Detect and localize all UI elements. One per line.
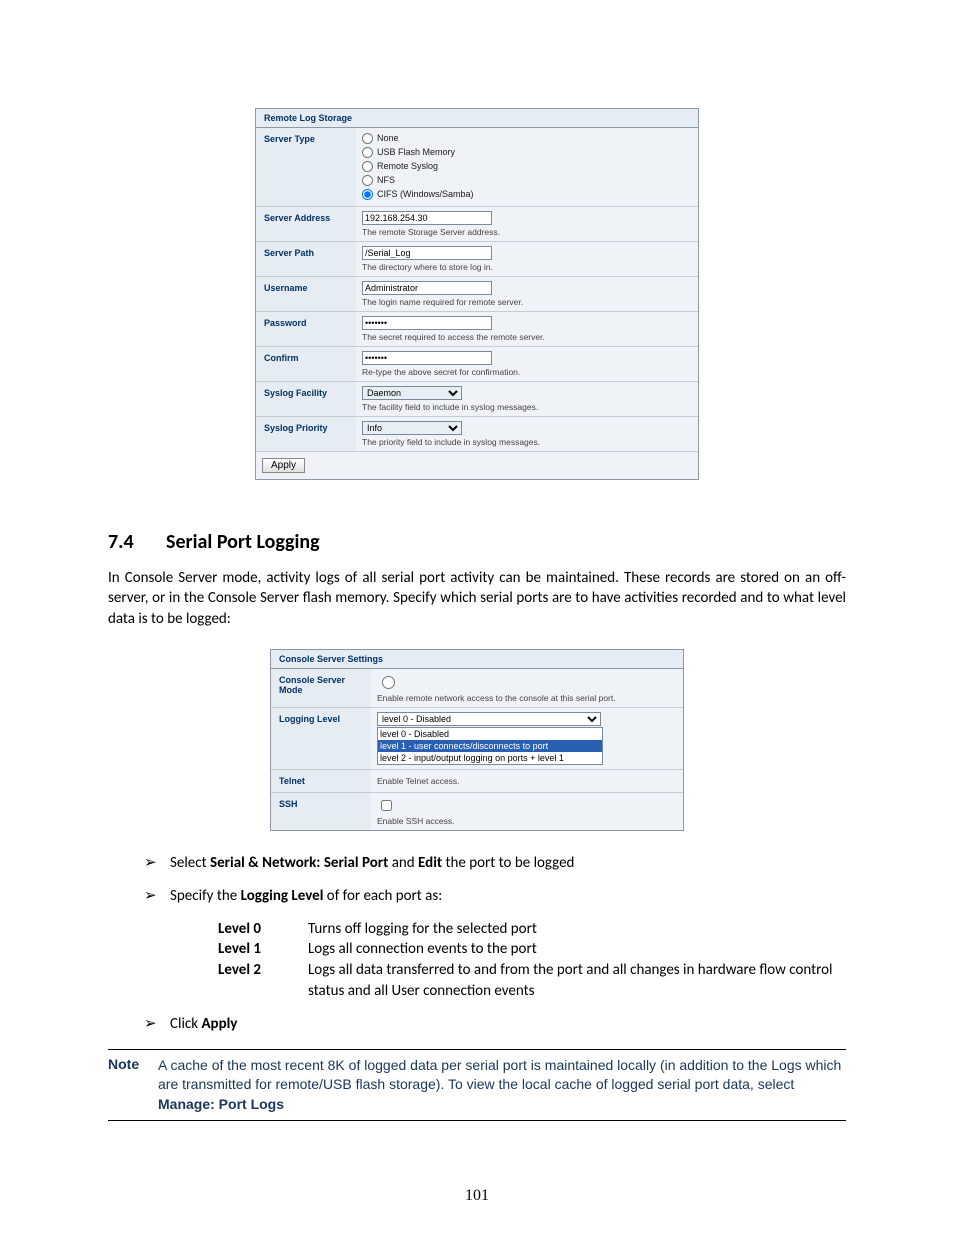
server-path-label: Server Path xyxy=(256,242,356,276)
mode-label: Console Server Mode xyxy=(271,669,371,707)
panel-title: Remote Log Storage xyxy=(256,109,698,128)
username-label: Username xyxy=(256,277,356,311)
syslog-priority-help: The priority field to include in syslog … xyxy=(362,437,692,447)
server-address-label: Server Address xyxy=(256,207,356,241)
syslog-facility-select[interactable]: Daemon xyxy=(362,386,462,400)
syslog-facility-help: The facility field to include in syslog … xyxy=(362,402,692,412)
server-address-input[interactable] xyxy=(362,211,492,225)
confirm-label: Confirm xyxy=(256,347,356,381)
section-heading: 7.4Serial Port Logging xyxy=(108,530,846,554)
logging-opt-2[interactable]: level 2 - input/output logging on ports … xyxy=(378,752,602,764)
level-1-desc: Logs all connection events to the port xyxy=(308,939,846,960)
console-server-settings-panel: Console Server Settings Console Server M… xyxy=(270,649,684,831)
logging-level-select[interactable]: level 0 - Disabled xyxy=(377,712,601,726)
logging-level-listbox[interactable]: level 0 - Disabled level 1 - user connec… xyxy=(377,727,603,765)
radio-none[interactable]: None xyxy=(362,132,692,144)
bullet-1: Select Serial & Network: Serial Port and… xyxy=(108,853,846,874)
ssh-label: SSH xyxy=(271,793,371,830)
level-2-desc: Logs all data transferred to and from th… xyxy=(308,960,846,1001)
note-label: Note xyxy=(108,1056,158,1115)
ssh-help: Enable SSH access. xyxy=(377,816,677,826)
password-input[interactable] xyxy=(362,316,492,330)
section-number: 7.4 xyxy=(108,530,166,554)
level-0-name: Level 0 xyxy=(218,919,308,940)
server-path-help: The directory where to store log in. xyxy=(362,262,692,272)
logging-level-label: Logging Level xyxy=(271,708,371,769)
level-definitions: Level 0Turns off logging for the selecte… xyxy=(218,919,846,1002)
logging-opt-1[interactable]: level 1 - user connects/disconnects to p… xyxy=(378,740,602,752)
level-1-name: Level 1 xyxy=(218,939,308,960)
remote-log-storage-panel: Remote Log Storage Server Type None USB … xyxy=(255,108,699,480)
bullet-2: Specify the Logging Level of for each po… xyxy=(108,886,846,907)
section-title: Serial Port Logging xyxy=(166,530,320,554)
ssh-checkbox[interactable] xyxy=(381,800,392,811)
note-box: Note A cache of the most recent 8K of lo… xyxy=(108,1049,846,1122)
panel2-title: Console Server Settings xyxy=(271,650,683,669)
username-help: The login name required for remote serve… xyxy=(362,297,692,307)
logging-opt-0[interactable]: level 0 - Disabled xyxy=(378,728,602,740)
server-address-help: The remote Storage Server address. xyxy=(362,227,692,237)
level-2-name: Level 2 xyxy=(218,960,308,1001)
radio-syslog[interactable]: Remote Syslog xyxy=(362,160,692,172)
mode-radio[interactable] xyxy=(382,676,395,689)
telnet-help: Enable Telnet access. xyxy=(377,776,677,786)
apply-button[interactable]: Apply xyxy=(262,458,305,473)
radio-cifs[interactable]: CIFS (Windows/Samba) xyxy=(362,188,692,200)
confirm-help: Re-type the above secret for confirmatio… xyxy=(362,367,692,377)
radio-usb[interactable]: USB Flash Memory xyxy=(362,146,692,158)
instruction-list: Select Serial & Network: Serial Port and… xyxy=(108,853,846,907)
syslog-priority-select[interactable]: Info xyxy=(362,421,462,435)
note-text: A cache of the most recent 8K of logged … xyxy=(158,1056,846,1115)
level-0-desc: Turns off logging for the selected port xyxy=(308,919,846,940)
password-help: The secret required to access the remote… xyxy=(362,332,692,342)
intro-paragraph: In Console Server mode, activity logs of… xyxy=(108,568,846,629)
bullet-3: Click Apply xyxy=(108,1014,846,1035)
radio-nfs[interactable]: NFS xyxy=(362,174,692,186)
confirm-input[interactable] xyxy=(362,351,492,365)
server-path-input[interactable] xyxy=(362,246,492,260)
server-type-label: Server Type xyxy=(256,128,356,206)
syslog-priority-label: Syslog Priority xyxy=(256,417,356,451)
telnet-label: Telnet xyxy=(271,770,371,792)
password-label: Password xyxy=(256,312,356,346)
mode-help: Enable remote network access to the cons… xyxy=(377,693,677,703)
instruction-list-2: Click Apply xyxy=(108,1014,846,1035)
page-number: 101 xyxy=(0,1187,954,1205)
syslog-facility-label: Syslog Facility xyxy=(256,382,356,416)
username-input[interactable] xyxy=(362,281,492,295)
